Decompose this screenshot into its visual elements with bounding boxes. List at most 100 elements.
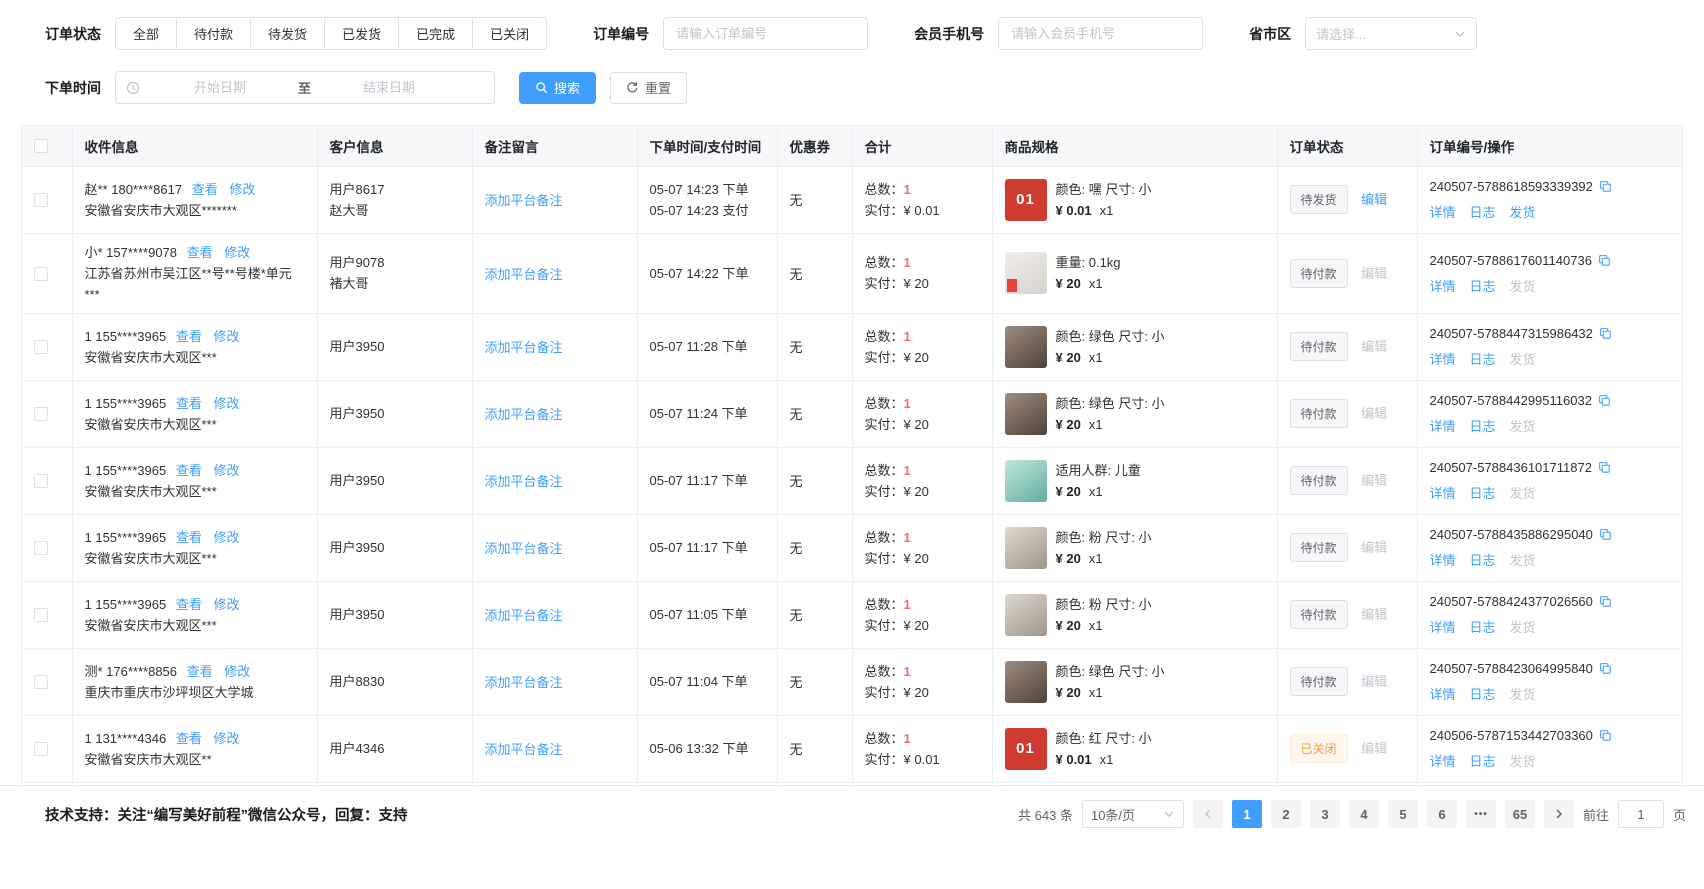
log-link[interactable]: 日志 bbox=[1470, 617, 1496, 638]
edit-order-link[interactable]: 编辑 bbox=[1361, 266, 1387, 281]
copy-icon[interactable] bbox=[1598, 254, 1611, 267]
add-note-link[interactable]: 添加平台备注 bbox=[485, 742, 563, 757]
modify-recipient-link[interactable]: 修改 bbox=[224, 245, 250, 260]
ship-link[interactable]: 发货 bbox=[1510, 202, 1536, 223]
page-button-5[interactable]: 5 bbox=[1388, 800, 1418, 828]
edit-order-link[interactable]: 编辑 bbox=[1361, 339, 1387, 354]
view-recipient-link[interactable]: 查看 bbox=[176, 329, 202, 344]
modify-recipient-link[interactable]: 修改 bbox=[229, 182, 255, 197]
view-recipient-link[interactable]: 查看 bbox=[176, 396, 202, 411]
row-checkbox[interactable] bbox=[34, 742, 48, 756]
edit-order-link[interactable]: 编辑 bbox=[1361, 473, 1387, 488]
status-tab-closed[interactable]: 已关闭 bbox=[472, 17, 547, 50]
page-next-button[interactable] bbox=[1544, 800, 1574, 828]
status-tab-completed[interactable]: 已完成 bbox=[398, 17, 473, 50]
copy-icon[interactable] bbox=[1598, 394, 1611, 407]
search-button[interactable]: 搜索 bbox=[519, 72, 596, 104]
copy-icon[interactable] bbox=[1599, 595, 1612, 608]
page-button-1[interactable]: 1 bbox=[1232, 800, 1262, 828]
view-recipient-link[interactable]: 查看 bbox=[176, 463, 202, 478]
row-checkbox[interactable] bbox=[34, 608, 48, 622]
status-tab-shipped[interactable]: 已发货 bbox=[324, 17, 399, 50]
log-link[interactable]: 日志 bbox=[1470, 276, 1496, 297]
ship-link[interactable]: 发货 bbox=[1510, 276, 1536, 297]
date-range-picker[interactable]: 至 bbox=[115, 71, 495, 104]
detail-link[interactable]: 详情 bbox=[1430, 751, 1456, 772]
add-note-link[interactable]: 添加平台备注 bbox=[485, 193, 563, 208]
copy-icon[interactable] bbox=[1599, 528, 1612, 541]
order-no-input[interactable] bbox=[663, 17, 868, 50]
edit-order-link[interactable]: 编辑 bbox=[1361, 674, 1387, 689]
add-note-link[interactable]: 添加平台备注 bbox=[485, 675, 563, 690]
page-button-6[interactable]: 6 bbox=[1427, 800, 1457, 828]
ship-link[interactable]: 发货 bbox=[1510, 550, 1536, 571]
log-link[interactable]: 日志 bbox=[1470, 202, 1496, 223]
view-recipient-link[interactable]: 查看 bbox=[176, 530, 202, 545]
page-more-button[interactable]: ••• bbox=[1466, 800, 1496, 828]
modify-recipient-link[interactable]: 修改 bbox=[213, 463, 239, 478]
log-link[interactable]: 日志 bbox=[1470, 751, 1496, 772]
view-recipient-link[interactable]: 查看 bbox=[176, 597, 202, 612]
log-link[interactable]: 日志 bbox=[1470, 550, 1496, 571]
row-checkbox[interactable] bbox=[34, 541, 48, 555]
detail-link[interactable]: 详情 bbox=[1430, 276, 1456, 297]
modify-recipient-link[interactable]: 修改 bbox=[213, 329, 239, 344]
copy-icon[interactable] bbox=[1599, 327, 1612, 340]
copy-icon[interactable] bbox=[1598, 461, 1611, 474]
ship-link[interactable]: 发货 bbox=[1510, 483, 1536, 504]
page-button-4[interactable]: 4 bbox=[1349, 800, 1379, 828]
date-start-input[interactable] bbox=[146, 79, 294, 96]
edit-order-link[interactable]: 编辑 bbox=[1361, 540, 1387, 555]
row-checkbox[interactable] bbox=[34, 267, 48, 281]
view-recipient-link[interactable]: 查看 bbox=[192, 182, 218, 197]
copy-icon[interactable] bbox=[1599, 729, 1612, 742]
row-checkbox[interactable] bbox=[34, 675, 48, 689]
date-end-input[interactable] bbox=[315, 79, 463, 96]
page-button-3[interactable]: 3 bbox=[1310, 800, 1340, 828]
page-button-last[interactable]: 65 bbox=[1505, 800, 1535, 828]
log-link[interactable]: 日志 bbox=[1470, 684, 1496, 705]
add-note-link[interactable]: 添加平台备注 bbox=[485, 541, 563, 556]
row-checkbox[interactable] bbox=[34, 193, 48, 207]
log-link[interactable]: 日志 bbox=[1470, 349, 1496, 370]
edit-order-link[interactable]: 编辑 bbox=[1361, 406, 1387, 421]
copy-icon[interactable] bbox=[1599, 180, 1612, 193]
copy-icon[interactable] bbox=[1599, 662, 1612, 675]
detail-link[interactable]: 详情 bbox=[1430, 483, 1456, 504]
detail-link[interactable]: 详情 bbox=[1430, 617, 1456, 638]
edit-order-link[interactable]: 编辑 bbox=[1361, 741, 1387, 756]
detail-link[interactable]: 详情 bbox=[1430, 684, 1456, 705]
modify-recipient-link[interactable]: 修改 bbox=[224, 664, 250, 679]
view-recipient-link[interactable]: 查看 bbox=[187, 245, 213, 260]
add-note-link[interactable]: 添加平台备注 bbox=[485, 474, 563, 489]
page-prev-button[interactable] bbox=[1193, 800, 1223, 828]
add-note-link[interactable]: 添加平台备注 bbox=[485, 407, 563, 422]
edit-order-link[interactable]: 编辑 bbox=[1361, 192, 1387, 207]
reset-button[interactable]: 重置 bbox=[610, 72, 687, 104]
detail-link[interactable]: 详情 bbox=[1430, 416, 1456, 437]
view-recipient-link[interactable]: 查看 bbox=[187, 664, 213, 679]
region-select[interactable]: 请选择... bbox=[1305, 17, 1477, 50]
page-size-select[interactable]: 10条/页 bbox=[1082, 800, 1184, 828]
row-checkbox[interactable] bbox=[34, 474, 48, 488]
view-recipient-link[interactable]: 查看 bbox=[176, 731, 202, 746]
modify-recipient-link[interactable]: 修改 bbox=[213, 731, 239, 746]
ship-link[interactable]: 发货 bbox=[1510, 684, 1536, 705]
goto-page-input[interactable] bbox=[1618, 800, 1664, 828]
status-tab-unpaid[interactable]: 待付款 bbox=[176, 17, 251, 50]
select-all-checkbox[interactable] bbox=[34, 139, 48, 153]
modify-recipient-link[interactable]: 修改 bbox=[213, 530, 239, 545]
ship-link[interactable]: 发货 bbox=[1510, 416, 1536, 437]
edit-order-link[interactable]: 编辑 bbox=[1361, 607, 1387, 622]
modify-recipient-link[interactable]: 修改 bbox=[213, 396, 239, 411]
status-tab-to-ship[interactable]: 待发货 bbox=[250, 17, 325, 50]
status-tab-all[interactable]: 全部 bbox=[115, 17, 177, 50]
detail-link[interactable]: 详情 bbox=[1430, 202, 1456, 223]
row-checkbox[interactable] bbox=[34, 407, 48, 421]
detail-link[interactable]: 详情 bbox=[1430, 550, 1456, 571]
add-note-link[interactable]: 添加平台备注 bbox=[485, 608, 563, 623]
row-checkbox[interactable] bbox=[34, 340, 48, 354]
ship-link[interactable]: 发货 bbox=[1510, 349, 1536, 370]
log-link[interactable]: 日志 bbox=[1470, 483, 1496, 504]
ship-link[interactable]: 发货 bbox=[1510, 751, 1536, 772]
